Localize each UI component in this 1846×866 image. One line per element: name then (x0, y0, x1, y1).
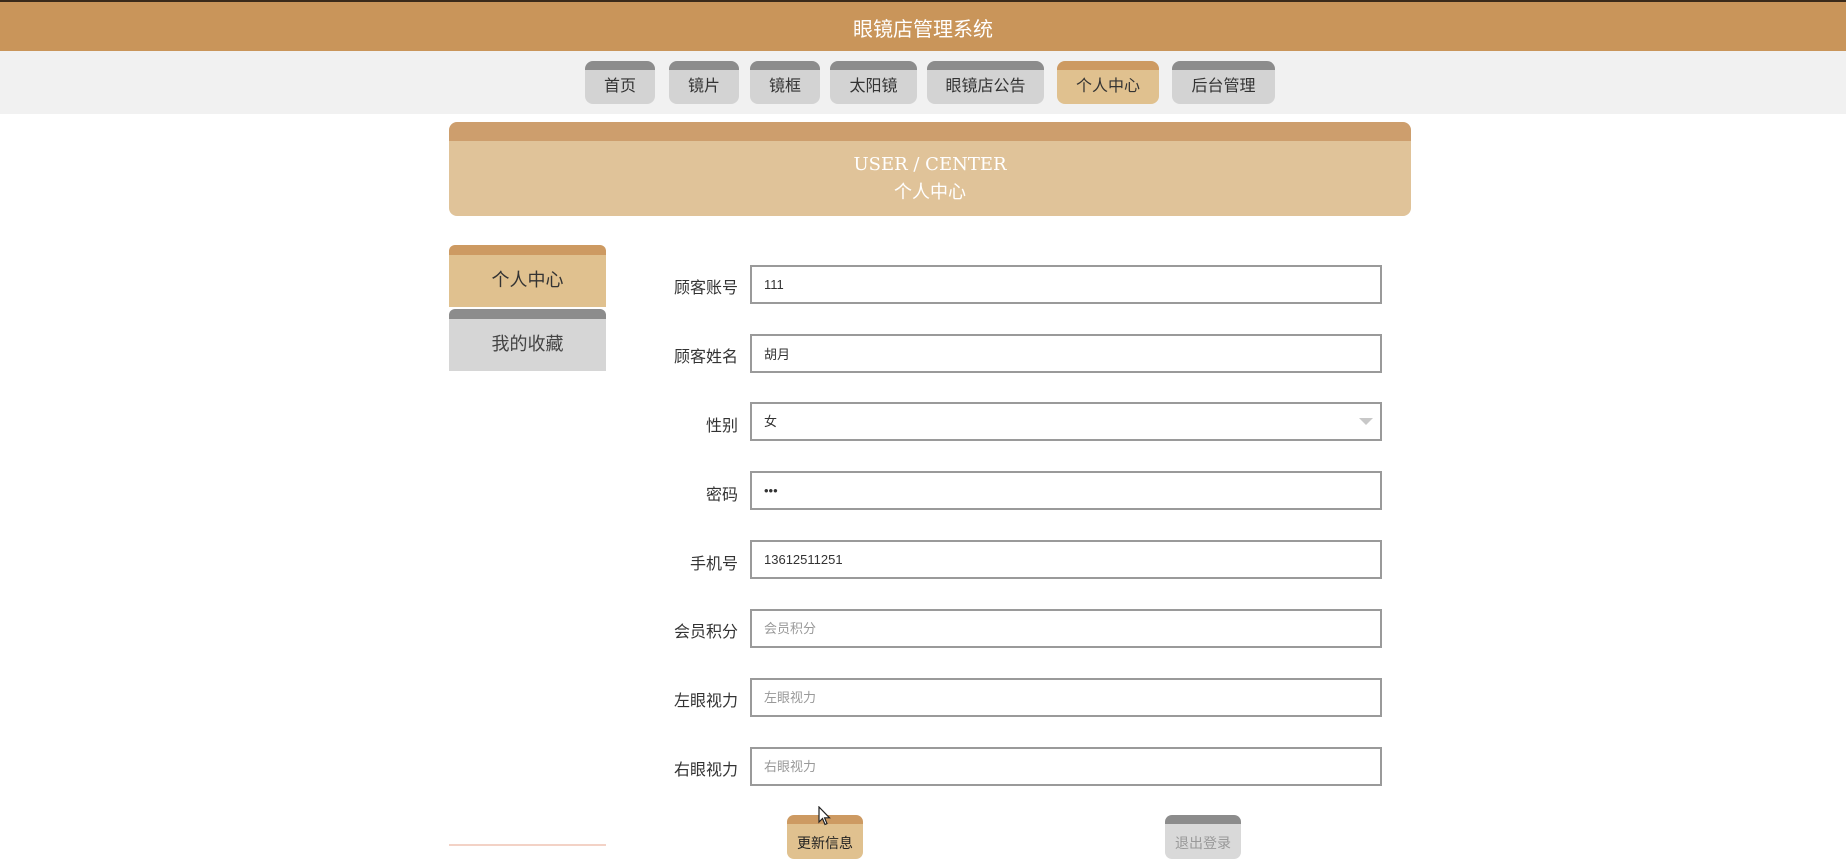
sidebar-item-favorites[interactable]: 我的收藏 (449, 309, 606, 371)
name-label: 顾客姓名 (673, 347, 738, 366)
banner-title-en: USER / CENTER (853, 154, 1007, 175)
left-eye-label: 左眼视力 (673, 691, 738, 710)
phone-field[interactable] (750, 540, 1382, 579)
nav-tab-home[interactable]: 首页 (585, 61, 655, 104)
nav-tab-user-center[interactable]: 个人中心 (1057, 61, 1159, 104)
nav-tab-admin[interactable]: 后台管理 (1172, 61, 1275, 104)
left-eye-field[interactable] (750, 678, 1382, 717)
nav-tab-frames[interactable]: 镜框 (750, 61, 820, 104)
app-title: 眼镜店管理系统 (853, 17, 993, 41)
account-field[interactable] (750, 265, 1382, 304)
app-header: 眼镜店管理系统 (0, 0, 1846, 51)
account-label: 顾客账号 (673, 278, 738, 297)
banner-title-zh: 个人中心 (894, 182, 966, 203)
name-field[interactable] (750, 334, 1382, 373)
sidebar-divider (449, 844, 606, 846)
nav-tab-announcements[interactable]: 眼镜店公告 (927, 61, 1044, 104)
right-eye-label: 右眼视力 (673, 760, 738, 779)
logout-button[interactable]: 退出登录 (1165, 815, 1241, 859)
nav-tab-lenses[interactable]: 镜片 (669, 61, 739, 104)
mouse-cursor-icon (818, 806, 831, 826)
points-field[interactable] (750, 609, 1382, 648)
gender-select[interactable]: 女 (750, 402, 1382, 441)
phone-label: 手机号 (689, 554, 738, 573)
right-eye-field[interactable] (750, 747, 1382, 786)
password-label: 密码 (705, 485, 738, 504)
points-label: 会员积分 (673, 622, 738, 641)
section-banner: USER / CENTER 个人中心 (449, 122, 1411, 216)
main-nav: 首页 镜片 镜框 太阳镜 眼镜店公告 个人中心 后台管理 (0, 51, 1846, 114)
gender-label: 性别 (705, 416, 738, 435)
nav-tab-sunglasses[interactable]: 太阳镜 (830, 61, 917, 104)
password-field[interactable] (750, 471, 1382, 510)
sidebar-item-user-center[interactable]: 个人中心 (449, 245, 606, 307)
